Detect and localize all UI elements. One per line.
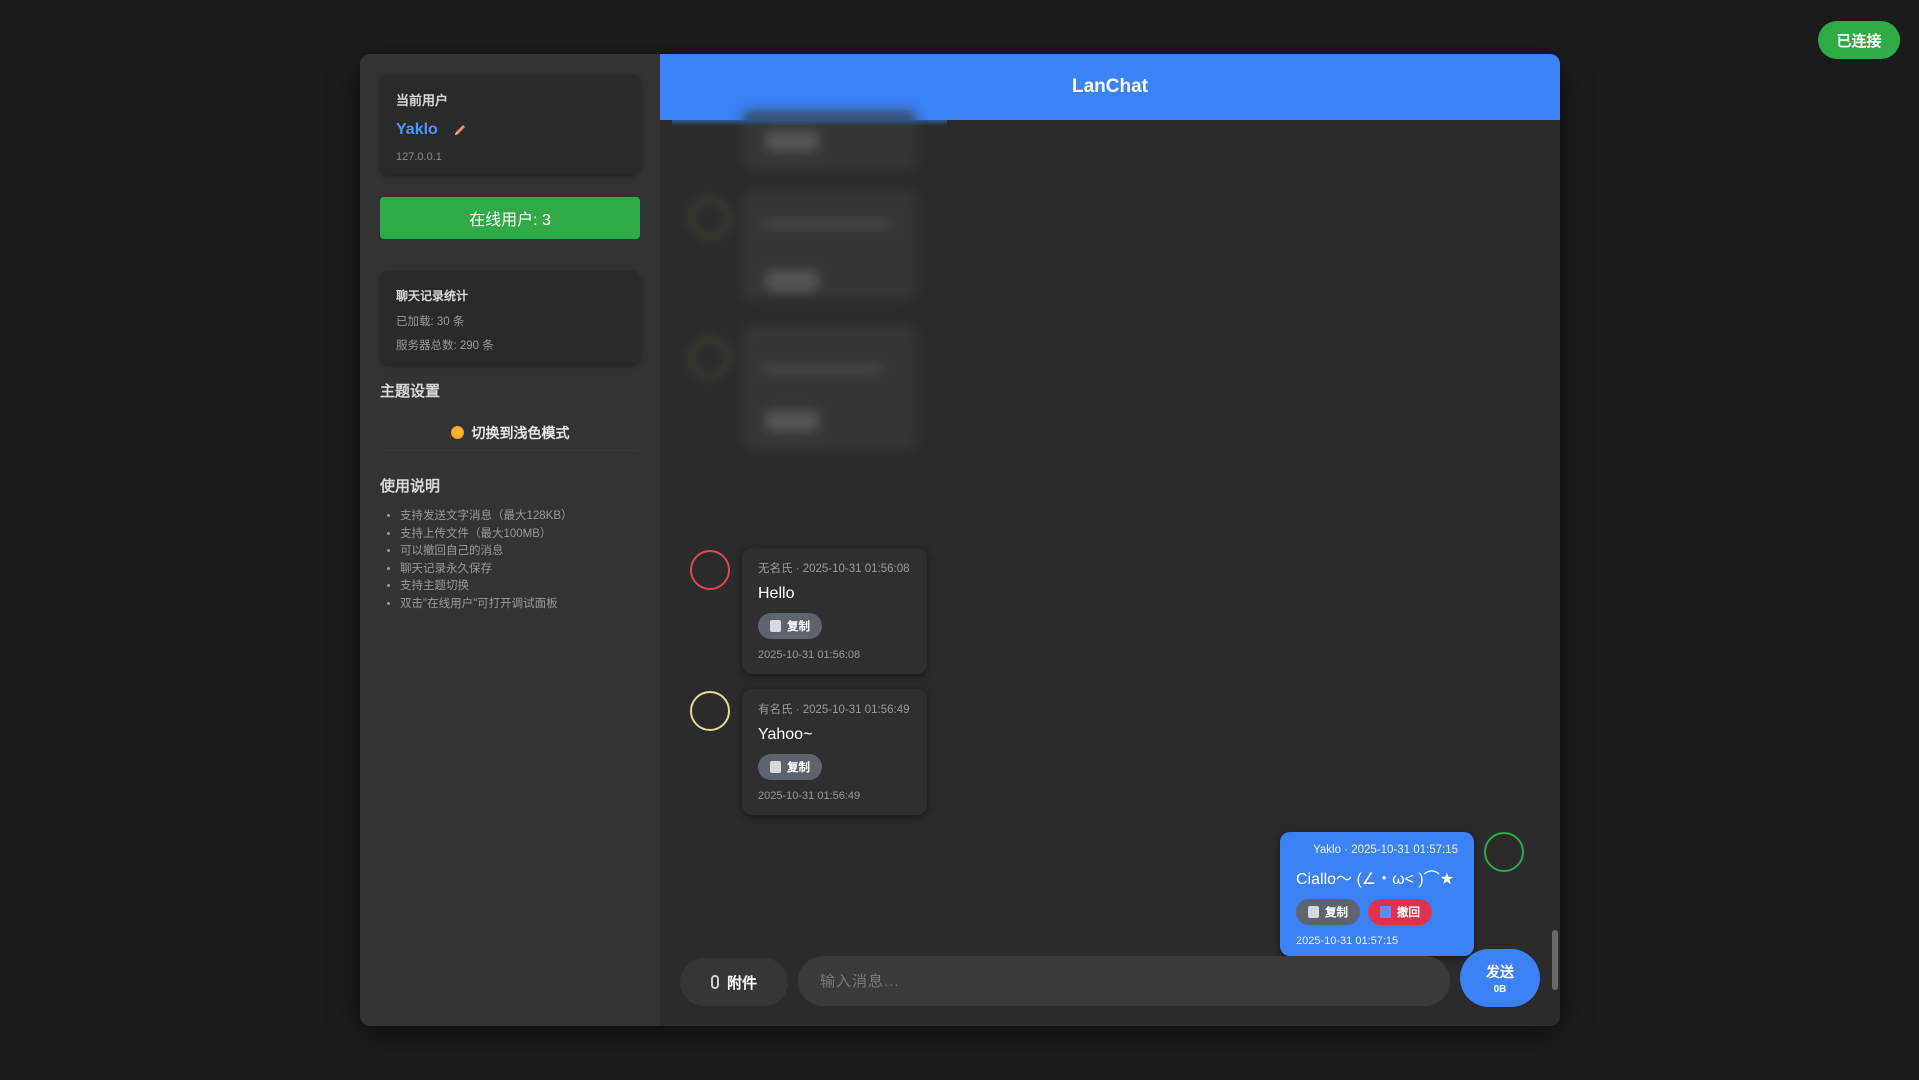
pencil-icon[interactable] — [452, 122, 468, 138]
scrollbar-thumb[interactable] — [1552, 930, 1558, 990]
blurred-chip — [764, 270, 820, 292]
copy-button[interactable]: 复制 — [758, 754, 822, 780]
copy-label: 复制 — [1325, 907, 1348, 919]
message-bubble: 无名氏 · 2025-10-31 01:56:08 Hello 复制 2025-… — [742, 548, 927, 674]
copy-button[interactable]: 复制 — [1296, 899, 1360, 925]
send-button[interactable]: 发送 0B — [1460, 949, 1540, 1007]
help-item: 支持上传文件（最大100MB） — [400, 526, 640, 544]
message-bubble: 有名氏 · 2025-10-31 01:56:49 Yahoo~ 复制 2025… — [742, 689, 927, 815]
message-meta: Yaklo · 2025-10-31 01:57:15 — [1313, 844, 1458, 856]
send-label: 发送 — [1486, 963, 1514, 980]
attach-label: 附件 — [726, 974, 757, 992]
copy-label: 复制 — [787, 621, 810, 633]
connection-status-badge: 已连接 — [1818, 21, 1900, 59]
recall-icon — [1380, 906, 1391, 918]
clipboard-icon — [1308, 906, 1319, 918]
chat-main: LanChat 无名氏 · 2025-10-31 01:56:08 Hello — [660, 54, 1560, 1026]
help-item: 双击"在线用户"可打开调试面板 — [400, 596, 640, 614]
stats-loaded: 已加载: 30 条 — [396, 316, 465, 328]
help-title: 使用说明 — [380, 478, 441, 495]
help-item: 可以撤回自己的消息 — [400, 543, 640, 561]
current-user-card: 当前用户 Yaklo 127.0.0.1 — [380, 74, 640, 174]
blurred-chip — [764, 130, 820, 152]
theme-toggle-label: 切换到浅色模式 — [471, 424, 570, 441]
paperclip-icon — [710, 975, 719, 989]
avatar — [1484, 832, 1524, 872]
sun-icon — [450, 426, 464, 439]
help-list: 支持发送文字消息（最大128KB） 支持上传文件（最大100MB） 可以撤回自己… — [380, 508, 640, 613]
message-meta: 无名氏 · 2025-10-31 01:56:08 — [758, 563, 910, 575]
message-time: 2025-10-31 01:57:15 — [1296, 935, 1399, 947]
chat-scrollbar[interactable] — [1552, 120, 1558, 990]
message-time: 2025-10-31 01:56:49 — [758, 790, 861, 802]
avatar — [690, 550, 730, 590]
theme-toggle-button[interactable]: 切换到浅色模式 — [380, 415, 640, 451]
older-messages-blurred — [672, 110, 942, 470]
theme-settings-title: 主题设置 — [380, 383, 441, 400]
blurred-avatar — [690, 338, 730, 378]
avatar — [690, 691, 730, 731]
stats-server-total: 服务器总数: 290 条 — [396, 340, 494, 352]
recall-label: 撤回 — [1397, 907, 1420, 919]
online-users-button[interactable]: 在线用户: 3 — [380, 197, 640, 239]
sidebar: 当前用户 Yaklo 127.0.0.1 在线用户: 3 聊天记录统计 已加载:… — [360, 54, 660, 1026]
copy-label: 复制 — [787, 762, 810, 774]
blurred-bubble — [742, 325, 917, 450]
user-name: Yaklo — [396, 121, 438, 138]
copy-button[interactable]: 复制 — [758, 613, 822, 639]
scroll-edge-highlight — [672, 120, 947, 126]
message-meta: 有名氏 · 2025-10-31 01:56:49 — [758, 704, 910, 716]
send-size: 0B — [1493, 983, 1507, 995]
current-user-title: 当前用户 — [396, 93, 449, 108]
message-actions: 复制 — [758, 754, 911, 780]
message-bubble-self: Yaklo · 2025-10-31 01:57:15 Ciallo～ (∠・ω… — [1280, 832, 1474, 956]
stats-title: 聊天记录统计 — [396, 289, 469, 303]
message-input[interactable] — [798, 956, 1450, 1006]
clipboard-icon — [770, 761, 781, 773]
user-name-row: Yaklo — [396, 121, 624, 139]
help-item: 聊天记录永久保存 — [400, 561, 640, 579]
chat-title: LanChat — [1072, 76, 1148, 97]
lanchat-window: 当前用户 Yaklo 127.0.0.1 在线用户: 3 聊天记录统计 已加载:… — [360, 54, 1560, 1026]
blurred-avatar — [690, 198, 730, 238]
attach-button[interactable]: 附件 — [680, 958, 788, 1006]
message-actions: 复制 撤回 — [1296, 899, 1458, 925]
help-item: 支持主题切换 — [400, 578, 640, 596]
blurred-line — [762, 220, 892, 228]
chat-stats-card: 聊天记录统计 已加载: 30 条 服务器总数: 290 条 — [380, 271, 640, 364]
clipboard-icon — [770, 620, 781, 632]
message-text: Ciallo～ (∠・ω< )⌒★ — [1296, 871, 1455, 888]
message-time: 2025-10-31 01:56:08 — [758, 649, 861, 661]
blurred-line — [762, 365, 882, 373]
composer: 附件 发送 0B — [680, 949, 1540, 1009]
recall-button[interactable]: 撤回 — [1368, 899, 1432, 925]
message-text: Hello — [758, 585, 795, 602]
blurred-chip — [764, 410, 820, 432]
message-text: Yahoo~ — [758, 726, 813, 743]
user-ip: 127.0.0.1 — [396, 151, 442, 163]
help-item: 支持发送文字消息（最大128KB） — [400, 508, 640, 526]
message-actions: 复制 — [758, 613, 911, 639]
